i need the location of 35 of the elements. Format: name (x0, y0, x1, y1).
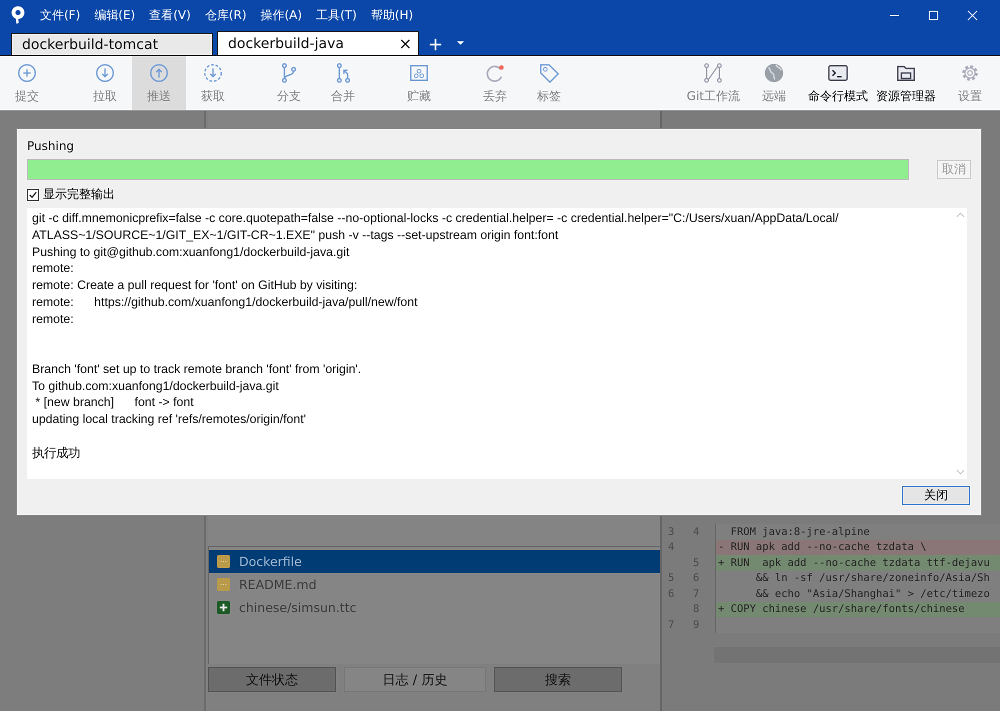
menu-item[interactable]: 编辑(E) (94, 6, 136, 24)
toolbar-button[interactable]: 资源管理器 (872, 56, 940, 110)
view-tab[interactable]: 搜索 (494, 667, 622, 692)
modified-icon (217, 578, 230, 591)
menu-item[interactable]: 文件(F) (40, 6, 80, 24)
menu-item[interactable]: 仓库(R) (204, 6, 246, 24)
repo-tab[interactable]: dockerbuild-java × (217, 31, 419, 55)
menu-item[interactable]: 操作(A) (260, 6, 302, 24)
view-tab[interactable]: 日志 / 历史 (344, 667, 486, 692)
file-row[interactable]: chinese/simsun.ttc (209, 596, 660, 619)
dropdown-icon[interactable] (456, 40, 465, 46)
close-icon[interactable] (967, 10, 978, 20)
menu-item[interactable]: 查看(V) (149, 6, 191, 24)
view-tab[interactable]: 文件状态 (208, 667, 336, 692)
close-tab-button[interactable]: × (398, 34, 412, 53)
show-output-checkbox[interactable]: 显示完整输出 (27, 186, 115, 203)
logo-icon (10, 4, 26, 26)
menu-item[interactable]: 帮助(H) (370, 6, 414, 24)
file-row[interactable]: README.md (209, 573, 660, 596)
output-text: git -c diff.mnemonicprefix=false -c core.quotepath=false --no-optional-locks -c credential.helper= -c credential.helper="C:/Users/xuan/AppData/Local/ ATLASS~1/SOURCE~1/GIT_EX~1/GIT-CR~1.EXE" push -v --tags --set-upstream origin font:font Pushing to git@github.com:xuanfong1/dockerbuild-java.git remote: remote: Create a pull request for 'font' on GitHub by visiting: remote: https://github.com/xuanfong1/dockerbuild-java/pull/new/font remote: Branch 'font' set up to track remote branch 'font' from 'origin'. To github.com:xuanfong1/dockerbuild-java.git * [new branch] font -> font updating local tracking ref 'refs/remotes/origin/font' 执行成功 (27, 208, 953, 479)
added-icon (217, 601, 230, 614)
menu-item[interactable]: 工具(T) (316, 6, 357, 24)
globe-icon (763, 62, 785, 84)
close-button[interactable]: 关闭 (902, 486, 970, 505)
toolbar-button[interactable]: 命令行模式 (804, 56, 872, 110)
checkbox-icon[interactable] (27, 188, 39, 200)
dialog-title: Pushing (27, 139, 76, 155)
plus-icon[interactable] (429, 38, 442, 51)
plus-circle-icon (16, 62, 38, 84)
maximize-icon[interactable] (928, 10, 939, 20)
flow-icon (702, 62, 724, 84)
repo-tab[interactable]: dockerbuild-tomcat (11, 33, 213, 55)
tag-icon (538, 62, 560, 84)
file-row[interactable]: Dockerfile (209, 550, 660, 573)
modified-icon (217, 555, 230, 568)
